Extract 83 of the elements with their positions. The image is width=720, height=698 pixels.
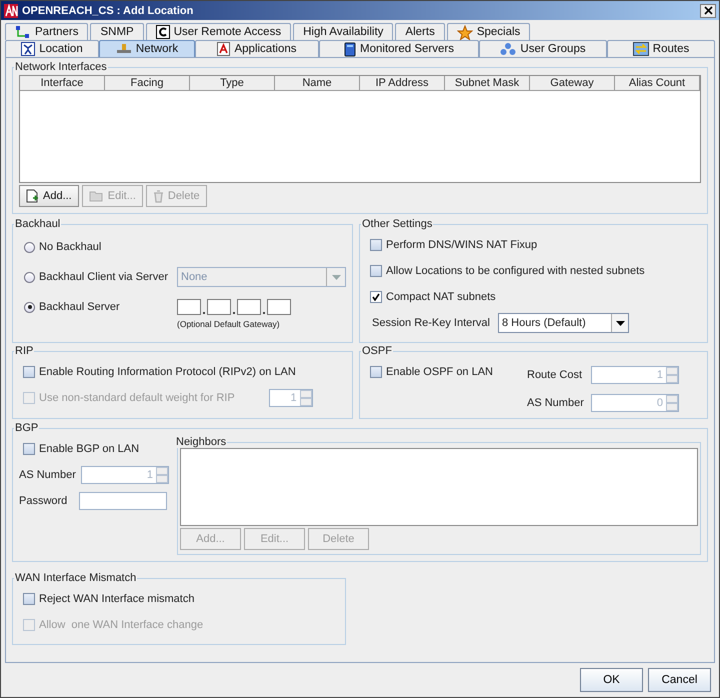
- ip-octet-field[interactable]: [267, 299, 291, 315]
- checkbox[interactable]: [370, 265, 382, 277]
- checkbox-label: Reject WAN Interface mismatch: [39, 593, 194, 605]
- caret-icon: [616, 320, 624, 326]
- tab[interactable]: User Groups: [479, 40, 607, 57]
- window-title: OPENREACH_CS : Add Location: [22, 4, 194, 16]
- radio-label: Backhaul Client via Server: [39, 271, 170, 283]
- checkbox[interactable]: [370, 239, 382, 251]
- tab[interactable]: Alerts: [395, 23, 445, 40]
- radio-button[interactable]: [24, 302, 35, 312]
- group-title: Other Settings: [361, 218, 434, 230]
- column-header[interactable]: Type: [190, 76, 275, 91]
- checkbox-label: Perform DNS/WINS NAT Fixup: [386, 239, 538, 251]
- field-label: Route Cost: [527, 369, 584, 381]
- field-label: Password: [19, 495, 68, 507]
- checkbox-label: Enable OSPF on LAN: [386, 366, 494, 378]
- column-header[interactable]: Subnet Mask: [445, 76, 530, 91]
- tab[interactable]: Applications: [195, 40, 319, 57]
- server-icon: [344, 42, 356, 56]
- group-title: Network Interfaces: [14, 61, 108, 73]
- tab[interactable]: SNMP: [90, 23, 144, 40]
- rekey-dropdown[interactable]: 8 Hours (Default): [498, 313, 629, 333]
- dialog-button[interactable]: Cancel: [648, 668, 711, 692]
- neighbors-list[interactable]: [180, 448, 698, 526]
- ip-octet-field[interactable]: [207, 299, 231, 315]
- checkbox-label: Allow Locations to be configured with nested subnets: [386, 265, 645, 277]
- radio-label: Backhaul Server: [39, 301, 121, 313]
- document-icon: [217, 42, 230, 56]
- check-icon: [372, 293, 380, 301]
- folder-icon: [88, 190, 104, 202]
- column-header[interactable]: Interface: [20, 76, 105, 91]
- group-title: WAN Interface Mismatch: [14, 572, 138, 584]
- checkbox[interactable]: [23, 443, 35, 455]
- password-field[interactable]: [79, 492, 167, 510]
- checkbox[interactable]: [370, 366, 382, 378]
- column-header[interactable]: Alias Count: [615, 76, 700, 91]
- checkbox-label: Use non-standard default weight for RIP: [39, 392, 235, 404]
- hint-text: (Optional Default Gateway): [177, 319, 281, 329]
- table-button[interactable]: Add...: [19, 185, 79, 207]
- column-header[interactable]: IP Address: [360, 76, 445, 91]
- checkbox-label: Enable BGP on LAN: [39, 443, 140, 455]
- field-label: AS Number: [19, 469, 77, 481]
- tab[interactable]: Monitored Servers: [319, 40, 479, 57]
- trash-icon: [152, 190, 164, 202]
- dialog-button[interactable]: OK: [580, 668, 643, 692]
- add-document-icon: [26, 189, 39, 203]
- tab[interactable]: Routes: [607, 40, 715, 57]
- checkbox[interactable]: [23, 366, 35, 378]
- tab[interactable]: Location: [5, 40, 99, 57]
- field-label: AS Number: [527, 397, 585, 409]
- close-button[interactable]: [700, 4, 716, 18]
- group-title: Backhaul: [14, 218, 62, 230]
- radio-button[interactable]: [24, 242, 35, 252]
- tab[interactable]: Network: [99, 40, 195, 57]
- column-header[interactable]: Gateway: [530, 76, 615, 91]
- checkbox-label: Compact NAT subnets: [386, 291, 496, 303]
- column-header[interactable]: Name: [275, 76, 360, 91]
- checkbox[interactable]: [23, 593, 35, 605]
- caret-icon: [332, 274, 340, 280]
- group-title: RIP: [14, 345, 34, 357]
- ip-octet-field[interactable]: [177, 299, 201, 315]
- column-header[interactable]: Facing: [105, 76, 190, 91]
- star-icon: [456, 24, 473, 40]
- tab[interactable]: Partners: [5, 23, 88, 40]
- checkbox-label: Allow one WAN Interface change: [39, 619, 204, 631]
- checkbox[interactable]: [370, 291, 382, 303]
- close-icon: [704, 6, 712, 15]
- network-icon: [15, 25, 31, 39]
- tab[interactable]: User Remote Access: [146, 23, 292, 40]
- route-icon: [632, 42, 649, 56]
- tab[interactable]: Specials: [446, 23, 530, 40]
- app-icon: [4, 4, 18, 18]
- tab[interactable]: High Availability: [293, 23, 394, 40]
- group-title: BGP: [14, 422, 40, 434]
- radio-label: No Backhaul: [39, 241, 102, 253]
- users-icon: [500, 42, 516, 56]
- radio-button[interactable]: [24, 272, 35, 282]
- ip-octet-field[interactable]: [237, 299, 261, 315]
- group-title: OSPF: [361, 345, 393, 357]
- checkbox-label: Enable Routing Information Protocol (RIPv2) on LAN: [39, 366, 296, 378]
- group-title: Neighbors: [175, 436, 228, 448]
- field-label: Session Re-Key Interval: [372, 317, 490, 329]
- c-icon: [156, 25, 170, 39]
